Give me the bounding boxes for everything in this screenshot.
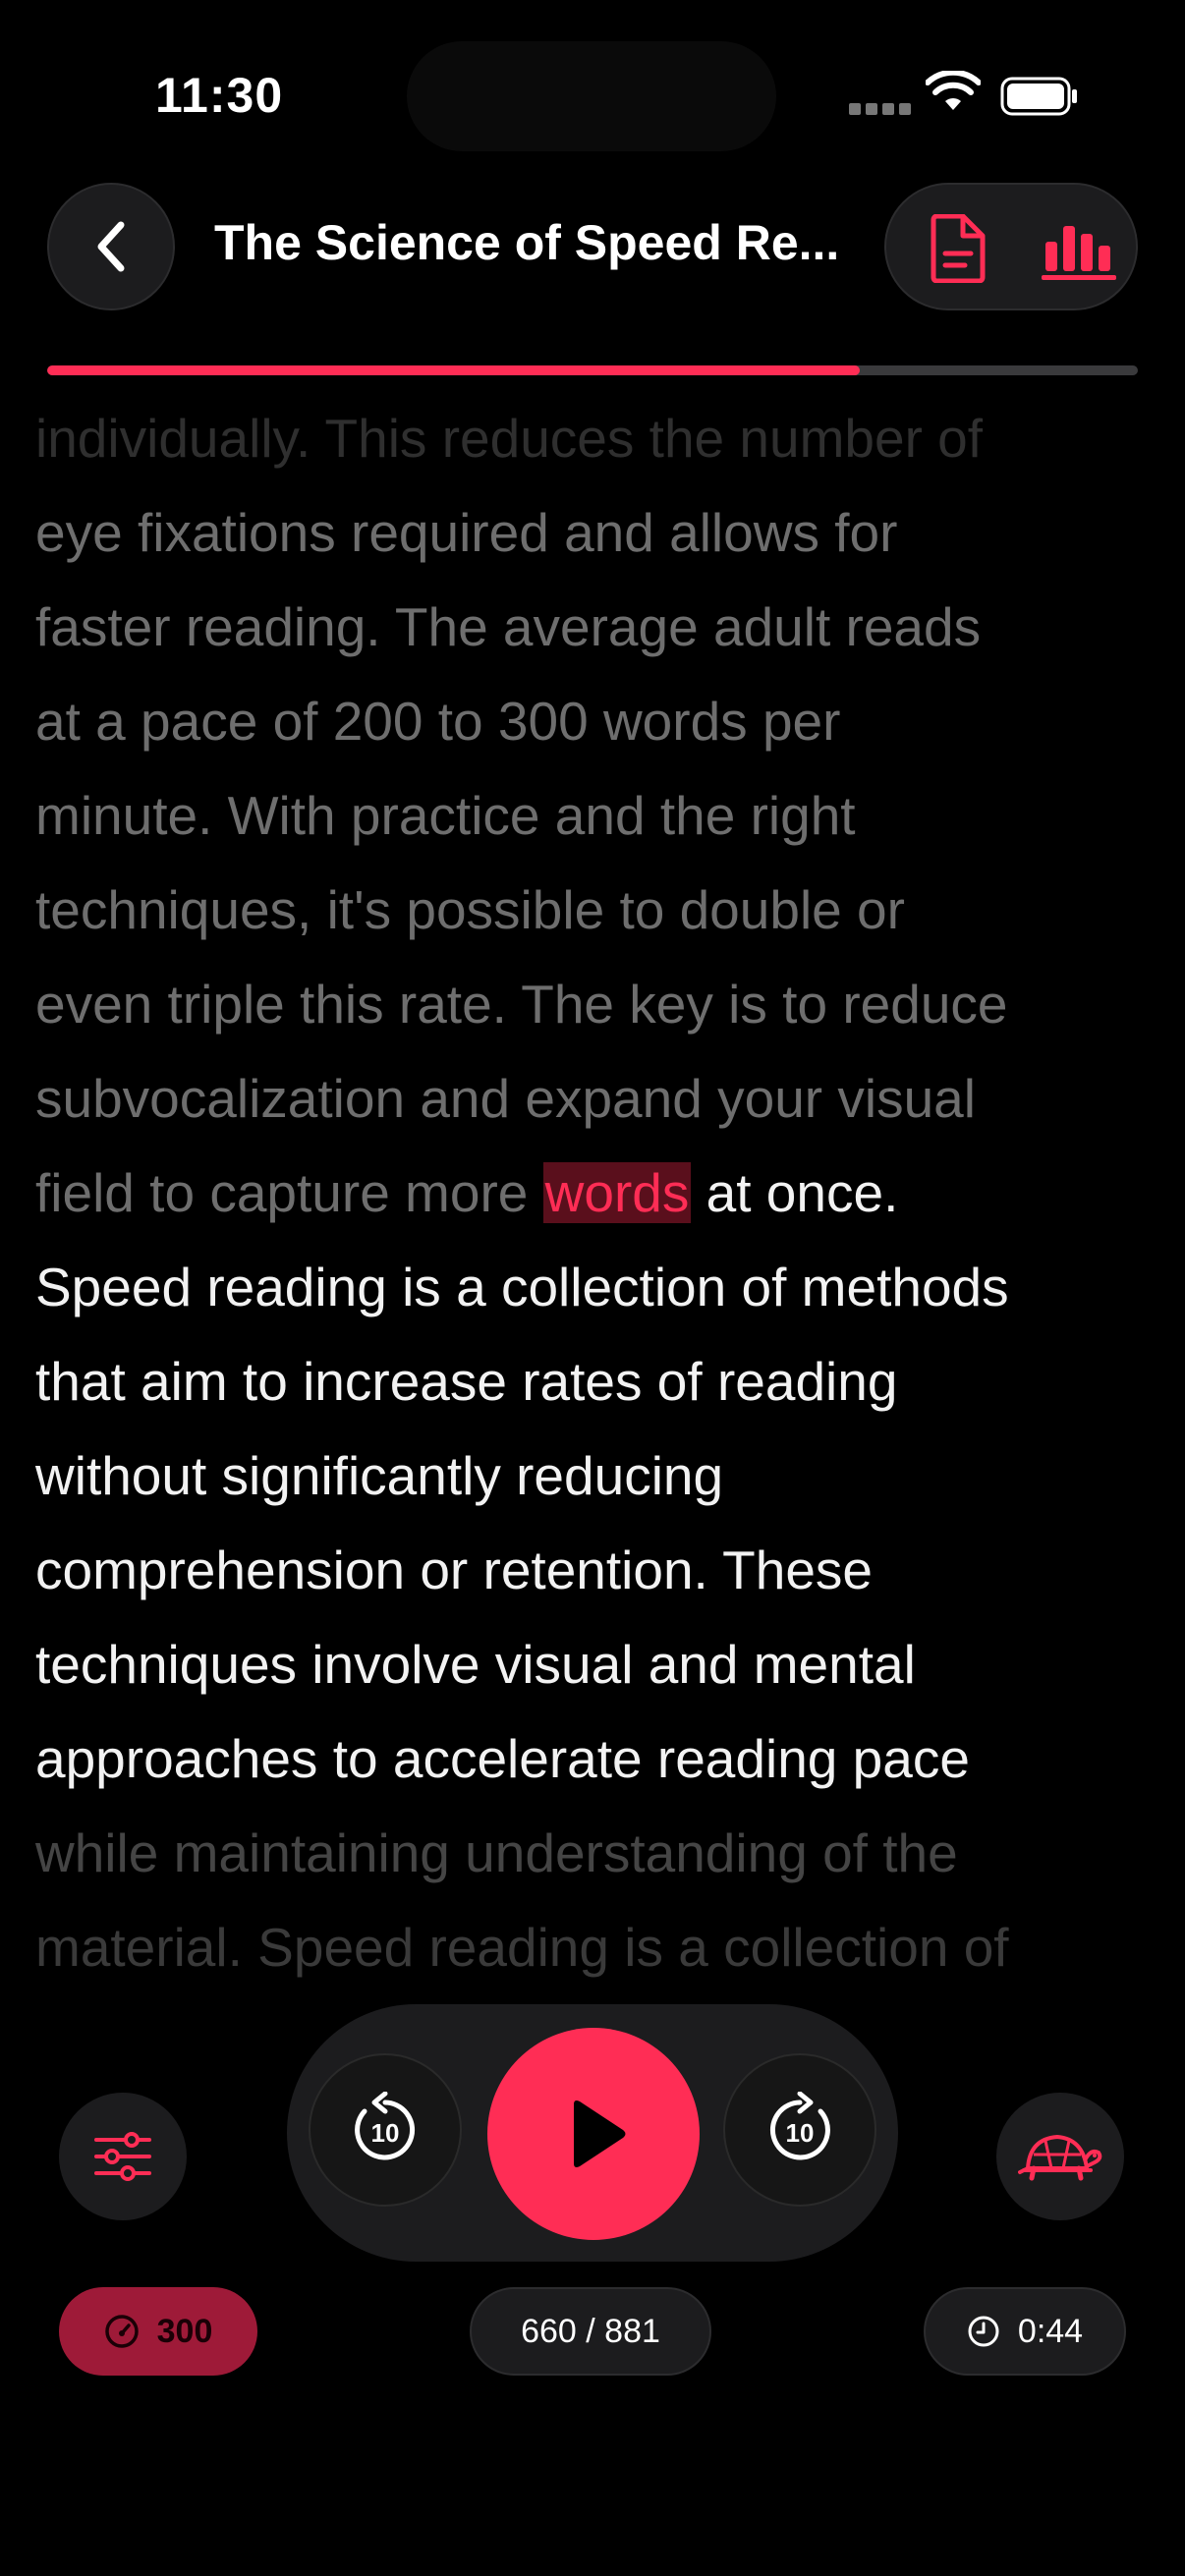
back-icon — [97, 221, 125, 272]
word-count-value: 660 / 881 — [521, 2312, 660, 2350]
back-button[interactable] — [47, 183, 175, 310]
cellular-signal-icon — [849, 102, 916, 120]
time-remaining-chip: 0:44 — [924, 2287, 1126, 2376]
forward-10-icon: 10 — [769, 2092, 830, 2160]
play-button[interactable] — [487, 2028, 700, 2240]
text-line: Speed reading is a collection of methods — [35, 1257, 1009, 1317]
text-line: subvocalization and expand your visual — [35, 1068, 976, 1129]
reading-progress-bar — [47, 365, 1138, 375]
playback-controls: 10 10 — [287, 2004, 898, 2262]
text-line: faster reading. The average adult reads — [35, 596, 982, 657]
text-line: techniques involve visual and mental — [35, 1634, 916, 1695]
lines-after: Speed reading is a collection of methods… — [35, 1240, 1156, 1983]
text-line: individually. This reduces the number of — [35, 408, 984, 469]
reading-text: individually. This reduces the number of… — [35, 391, 1156, 1983]
reading-progress-fill — [47, 365, 860, 375]
settings-button[interactable] — [59, 2093, 187, 2220]
current-line: field to capture more words at once. — [35, 1146, 1156, 1240]
skip-forward-label: 10 — [786, 2118, 815, 2148]
word-count-chip: 660 / 881 — [470, 2287, 711, 2376]
time-remaining-value: 0:44 — [1017, 2312, 1084, 2350]
current-line-before: field to capture more — [35, 1162, 543, 1223]
text-line: while maintaining understanding of the — [35, 1822, 958, 1883]
stats-icon[interactable] — [1042, 220, 1118, 281]
current-word-highlight: words — [542, 1162, 692, 1223]
header-actions — [884, 183, 1138, 310]
page-title: The Science of Speed Re... — [214, 215, 840, 270]
skip-back-button[interactable]: 10 — [309, 2053, 462, 2207]
text-line: minute. With practice and the right — [35, 785, 856, 846]
current-line-after: at once. — [691, 1162, 899, 1223]
wifi-icon — [926, 71, 981, 110]
status-bar: 11:30 — [0, 0, 1185, 177]
text-line: techniques, it's possible to double or — [35, 879, 905, 940]
speed-chip[interactable]: 300 — [59, 2287, 257, 2376]
text-line: even triple this rate. The key is to red… — [35, 974, 1008, 1035]
skip-forward-button[interactable]: 10 — [723, 2053, 876, 2207]
turtle-icon — [1018, 2135, 1102, 2181]
play-icon — [574, 2100, 626, 2167]
dynamic-island — [407, 41, 776, 151]
clock-icon — [968, 2316, 999, 2347]
text-line: without significantly reducing — [35, 1445, 724, 1506]
text-line: at a pace of 200 to 300 words per — [35, 691, 841, 752]
text-line: eye fixations required and allows for — [35, 502, 898, 563]
speed-value: 300 — [156, 2312, 213, 2350]
slow-mode-button[interactable] — [996, 2093, 1124, 2220]
gauge-icon — [104, 2315, 139, 2348]
rewind-10-icon: 10 — [355, 2092, 416, 2160]
text-line: approaches to accelerate reading pace — [35, 1728, 970, 1789]
skip-back-label: 10 — [371, 2118, 400, 2148]
text-line: that aim to increase rates of reading — [35, 1351, 898, 1412]
settings-sliders-icon — [94, 2132, 151, 2181]
status-time: 11:30 — [155, 68, 284, 123]
text-line: material. Speed reading is a collection … — [35, 1917, 1009, 1978]
document-icon[interactable] — [926, 214, 988, 283]
battery-icon — [1000, 77, 1077, 116]
lines-before: individually. This reduces the number of… — [35, 391, 1156, 1146]
text-line: comprehension or retention. These — [35, 1540, 873, 1600]
